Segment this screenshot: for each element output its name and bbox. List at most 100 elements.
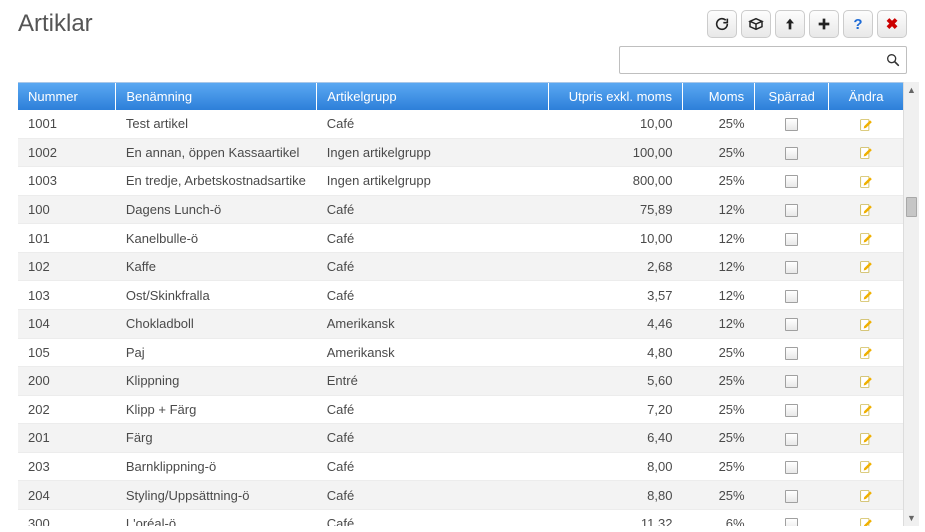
cell-artikelgrupp: Café bbox=[317, 195, 549, 224]
help-button[interactable]: ? bbox=[843, 10, 873, 38]
cell-artikelgrupp: Entré bbox=[317, 367, 549, 396]
cell-andra bbox=[829, 424, 903, 453]
cell-sparrad bbox=[755, 509, 829, 526]
cell-artikelgrupp: Café bbox=[317, 481, 549, 510]
cell-artikelgrupp: Café bbox=[317, 452, 549, 481]
search-button[interactable] bbox=[884, 51, 902, 69]
cell-benamning: Dagens Lunch-ö bbox=[116, 195, 317, 224]
table-row[interactable]: 101Kanelbulle-öCafé10,0012% bbox=[18, 224, 903, 253]
cell-utpris: 8,80 bbox=[549, 481, 683, 510]
table-row[interactable]: 300L'oréal-öCafé11,326% bbox=[18, 509, 903, 526]
cell-sparrad bbox=[755, 167, 829, 196]
locked-checkbox[interactable] bbox=[785, 490, 798, 503]
upload-button[interactable] bbox=[775, 10, 805, 38]
edit-icon[interactable] bbox=[859, 260, 873, 274]
col-header-nummer[interactable]: Nummer bbox=[18, 83, 116, 110]
add-button[interactable] bbox=[809, 10, 839, 38]
table-row[interactable]: 202Klipp + FärgCafé7,2025% bbox=[18, 395, 903, 424]
cell-artikelgrupp: Café bbox=[317, 252, 549, 281]
locked-checkbox[interactable] bbox=[785, 147, 798, 160]
cell-sparrad bbox=[755, 338, 829, 367]
locked-checkbox[interactable] bbox=[785, 233, 798, 246]
table-row[interactable]: 102KaffeCafé2,6812% bbox=[18, 252, 903, 281]
scroll-up-button[interactable]: ▲ bbox=[904, 82, 919, 98]
table-row[interactable]: 200KlippningEntré5,6025% bbox=[18, 367, 903, 396]
locked-checkbox[interactable] bbox=[785, 404, 798, 417]
edit-icon[interactable] bbox=[859, 489, 873, 503]
cell-nummer: 103 bbox=[18, 281, 116, 310]
locked-checkbox[interactable] bbox=[785, 433, 798, 446]
close-button[interactable]: ✖ bbox=[877, 10, 907, 38]
table-row[interactable]: 1001Test artikelCafé10,0025% bbox=[18, 110, 903, 138]
cell-benamning: Ost/Skinkfralla bbox=[116, 281, 317, 310]
table-row[interactable]: 105PajAmerikansk4,8025% bbox=[18, 338, 903, 367]
cell-artikelgrupp: Ingen artikelgrupp bbox=[317, 138, 549, 167]
edit-icon[interactable] bbox=[859, 432, 873, 446]
cell-andra bbox=[829, 481, 903, 510]
table-row[interactable]: 100Dagens Lunch-öCafé75,8912% bbox=[18, 195, 903, 224]
locked-checkbox[interactable] bbox=[785, 461, 798, 474]
edit-icon[interactable] bbox=[859, 289, 873, 303]
cell-sparrad bbox=[755, 452, 829, 481]
table-row[interactable]: 104ChokladbollAmerikansk4,4612% bbox=[18, 309, 903, 338]
table-row[interactable]: 204Styling/Uppsättning-öCafé8,8025% bbox=[18, 481, 903, 510]
edit-icon[interactable] bbox=[859, 517, 873, 526]
scroll-thumb[interactable] bbox=[906, 197, 917, 217]
locked-checkbox[interactable] bbox=[785, 290, 798, 303]
locked-checkbox[interactable] bbox=[785, 175, 798, 188]
cell-nummer: 204 bbox=[18, 481, 116, 510]
table-row[interactable]: 103Ost/SkinkfrallaCafé3,5712% bbox=[18, 281, 903, 310]
cell-moms: 25% bbox=[682, 110, 754, 138]
cell-nummer: 105 bbox=[18, 338, 116, 367]
locked-checkbox[interactable] bbox=[785, 347, 798, 360]
edit-icon[interactable] bbox=[859, 318, 873, 332]
locked-checkbox[interactable] bbox=[785, 204, 798, 217]
cell-artikelgrupp: Café bbox=[317, 281, 549, 310]
cell-utpris: 10,00 bbox=[549, 224, 683, 253]
col-header-sparrad[interactable]: Spärrad bbox=[755, 83, 829, 110]
edit-icon[interactable] bbox=[859, 118, 873, 132]
table-row[interactable]: 203Barnklippning-öCafé8,0025% bbox=[18, 452, 903, 481]
cell-benamning: En tredje, Arbetskostnadsartike bbox=[116, 167, 317, 196]
edit-icon[interactable] bbox=[859, 232, 873, 246]
col-header-benamning[interactable]: Benämning bbox=[116, 83, 317, 110]
cell-andra bbox=[829, 452, 903, 481]
search-input[interactable] bbox=[620, 47, 906, 73]
edit-icon[interactable] bbox=[859, 203, 873, 217]
locked-checkbox[interactable] bbox=[785, 261, 798, 274]
cell-benamning: Klippning bbox=[116, 367, 317, 396]
edit-icon[interactable] bbox=[859, 403, 873, 417]
cell-moms: 25% bbox=[682, 167, 754, 196]
vertical-scrollbar[interactable]: ▲ ▼ bbox=[903, 82, 919, 526]
refresh-button[interactable] bbox=[707, 10, 737, 38]
articles-table: Nummer Benämning Artikelgrupp Utpris exk… bbox=[18, 82, 903, 526]
cell-sparrad bbox=[755, 481, 829, 510]
cell-benamning: En annan, öppen Kassaartikel bbox=[116, 138, 317, 167]
col-header-artikelgrupp[interactable]: Artikelgrupp bbox=[317, 83, 549, 110]
locked-checkbox[interactable] bbox=[785, 375, 798, 388]
table-row[interactable]: 201FärgCafé6,4025% bbox=[18, 424, 903, 453]
table-row[interactable]: 1003En tredje, ArbetskostnadsartikeIngen… bbox=[18, 167, 903, 196]
edit-icon[interactable] bbox=[859, 375, 873, 389]
cell-benamning: Färg bbox=[116, 424, 317, 453]
cell-moms: 25% bbox=[682, 395, 754, 424]
edit-icon[interactable] bbox=[859, 346, 873, 360]
table-row[interactable]: 1002En annan, öppen KassaartikelIngen ar… bbox=[18, 138, 903, 167]
cell-sparrad bbox=[755, 395, 829, 424]
edit-icon[interactable] bbox=[859, 460, 873, 474]
locked-checkbox[interactable] bbox=[785, 118, 798, 131]
col-header-moms[interactable]: Moms bbox=[682, 83, 754, 110]
locked-checkbox[interactable] bbox=[785, 318, 798, 331]
export-button[interactable] bbox=[741, 10, 771, 38]
locked-checkbox[interactable] bbox=[785, 518, 798, 526]
edit-icon[interactable] bbox=[859, 146, 873, 160]
edit-icon[interactable] bbox=[859, 175, 873, 189]
cell-moms: 25% bbox=[682, 338, 754, 367]
cell-nummer: 202 bbox=[18, 395, 116, 424]
scroll-down-button[interactable]: ▼ bbox=[904, 510, 919, 526]
cell-benamning: Klipp + Färg bbox=[116, 395, 317, 424]
cell-utpris: 4,80 bbox=[549, 338, 683, 367]
col-header-utpris[interactable]: Utpris exkl. moms bbox=[549, 83, 683, 110]
toolbar: ? ✖ bbox=[707, 10, 907, 38]
col-header-andra[interactable]: Ändra bbox=[829, 83, 903, 110]
